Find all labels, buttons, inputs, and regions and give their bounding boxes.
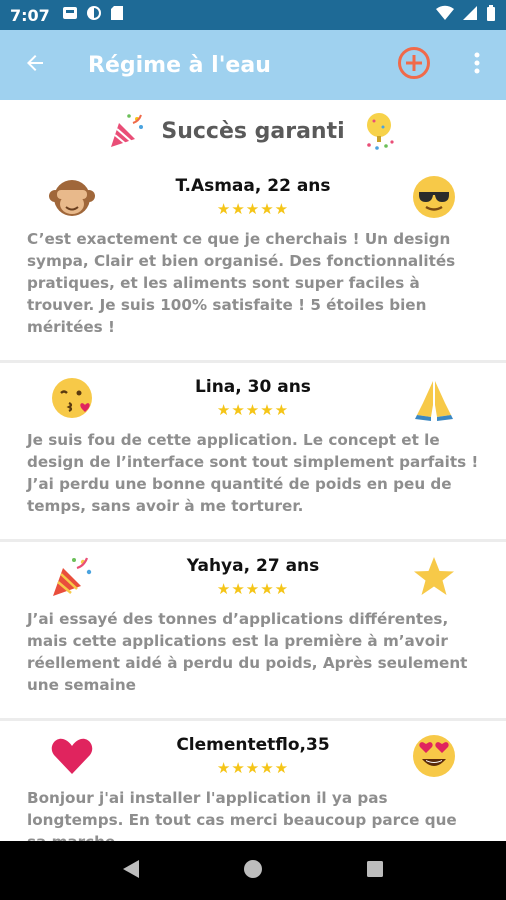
circle-app-icon xyxy=(86,5,102,25)
headline: Succès garanti xyxy=(0,100,506,162)
nav-home-button[interactable] xyxy=(233,851,273,891)
review-header: Clementetflo,35 ★★★★★ xyxy=(27,721,479,787)
overflow-menu-button[interactable] xyxy=(462,43,492,87)
system-nav-bar xyxy=(0,841,506,900)
review-text: Bonjour j'ai installer l'application il … xyxy=(27,789,457,841)
signal-icon xyxy=(462,5,478,25)
back-button[interactable] xyxy=(0,30,70,100)
status-left-icons xyxy=(62,5,124,25)
status-right-icons xyxy=(436,5,496,25)
review-card: Clementetflo,35 ★★★★★ Bonjour j'ai insta… xyxy=(0,721,506,841)
review-text: Je suis fou de cette application. Le con… xyxy=(27,431,479,515)
more-vert-icon xyxy=(474,52,480,78)
status-time: 7:07 xyxy=(10,5,50,25)
review-header: T.Asmaa, 22 ans ★★★★★ xyxy=(27,162,479,228)
app-bar: Régime à l'eau xyxy=(0,30,506,100)
arrow-left-icon xyxy=(23,51,47,79)
sunglasses-face-icon xyxy=(411,174,457,220)
add-circle-icon xyxy=(397,46,431,84)
heart-eyes-face-icon xyxy=(411,733,457,779)
headline-text: Succès garanti xyxy=(161,118,345,144)
review-header: Lina, 30 ans ★★★★★ xyxy=(27,363,479,429)
review-card: Yahya, 27 ans ★★★★★ J’ai essayé des tonn… xyxy=(0,542,506,721)
review-text: J’ai essayé des tonnes d’applications di… xyxy=(27,610,468,694)
square-recents-icon xyxy=(366,860,384,882)
page-title: Régime à l'eau xyxy=(88,52,271,78)
review-card: T.Asmaa, 22 ans ★★★★★ C’est exactement c… xyxy=(0,162,506,363)
nav-recents-button[interactable] xyxy=(355,851,395,891)
review-card: Lina, 30 ans ★★★★★ Je suis fou de cette … xyxy=(0,363,506,542)
confetti-icon xyxy=(359,111,399,151)
circle-home-icon xyxy=(243,859,263,883)
nav-back-button[interactable] xyxy=(111,851,151,891)
review-header: Yahya, 27 ans ★★★★★ xyxy=(27,542,479,608)
sd-card-icon xyxy=(110,5,124,25)
inbox-icon xyxy=(62,5,78,25)
star-icon xyxy=(411,554,457,600)
wifi-icon xyxy=(436,5,454,25)
status-bar: 7:07 xyxy=(0,0,506,30)
folded-hands-icon xyxy=(411,375,457,421)
party-popper-icon xyxy=(107,111,147,151)
add-button[interactable] xyxy=(392,43,436,87)
triangle-back-icon xyxy=(122,859,140,883)
review-text: C’est exactement ce que je cherchais ! U… xyxy=(27,230,456,336)
reviews-scroll-area[interactable]: Succès garanti T.Asmaa, 22 ans ★★★★★ C’e… xyxy=(0,100,506,841)
battery-icon xyxy=(486,5,496,25)
